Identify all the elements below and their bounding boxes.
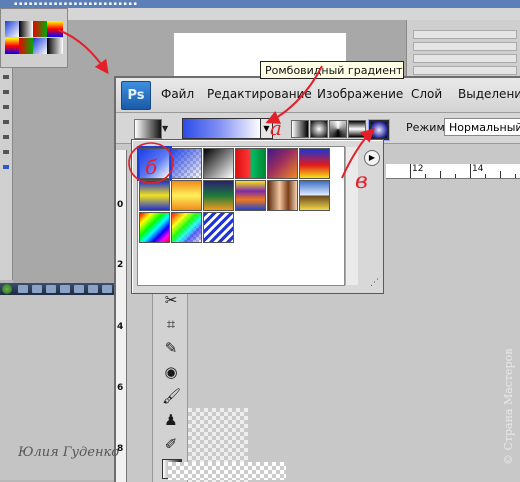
panel-menu-icon[interactable]: ▶ [364, 150, 380, 166]
bg-tool [3, 120, 9, 124]
bg-tool [3, 75, 9, 79]
menu-edit[interactable]: Редактирование [207, 87, 312, 101]
ruler-label: 2 [117, 260, 124, 270]
eyedropper-icon[interactable]: ✎ [162, 339, 180, 357]
bg-tool [3, 90, 9, 94]
linear-gradient-button[interactable] [291, 120, 309, 138]
menu-layer[interactable]: Слой [411, 87, 442, 101]
gradient-swatch-violet-orange[interactable] [267, 148, 298, 179]
bg-tool [3, 105, 9, 109]
angle-gradient-button[interactable] [329, 120, 347, 138]
picker-scrollbar[interactable] [345, 147, 358, 285]
ruler-label: 6 [117, 383, 124, 393]
ruler-tick [455, 174, 456, 178]
crop-icon[interactable]: ⌗ [162, 315, 180, 333]
gradient-swatch-yellow-violet-orange-blue[interactable] [235, 180, 266, 211]
photoshop-logo-icon[interactable]: Ps [121, 81, 151, 110]
site-watermark: © Страна Мастеров [488, 265, 518, 465]
ruler-tick [425, 174, 426, 178]
author-watermark: Юлия Гуденко [18, 445, 120, 460]
history-brush-icon[interactable]: ✐ [162, 435, 180, 453]
reflected-gradient-button[interactable] [348, 120, 366, 138]
taskbar-item[interactable] [74, 285, 84, 293]
menu-file[interactable]: Файл [161, 87, 194, 101]
vertical-ruler: 0 2 4 6 8 [116, 150, 127, 482]
mini-gradient-swatches [5, 21, 63, 54]
gradient-picker-panel: ▶ ⋰ [131, 139, 384, 294]
radial-gradient-button[interactable] [310, 120, 328, 138]
background-gradient-picker-mini [0, 8, 68, 68]
start-button[interactable] [2, 284, 12, 294]
menu-image[interactable]: Изображение [317, 87, 403, 101]
ruler-tick [500, 171, 501, 178]
gradient-swatch-grid [137, 146, 345, 286]
gradient-swatch-copper[interactable] [267, 180, 298, 211]
bg-panel-row [413, 30, 517, 39]
windows-taskbar [0, 283, 130, 295]
ruler-tick [515, 174, 516, 178]
site-watermark-text: © Страна Мастеров [502, 348, 515, 465]
tool-preset-picker[interactable] [134, 119, 162, 139]
ruler-tick [410, 164, 411, 178]
menu-bar: Ps Файл Редактирование Изображение Слой … [116, 78, 520, 113]
gradient-swatch-foreground-background[interactable] [137, 146, 172, 181]
diamond-gradient-button[interactable] [369, 120, 389, 140]
gradient-swatch-blue-red-yellow[interactable] [299, 148, 330, 179]
gradient-preview[interactable] [182, 118, 262, 139]
ruler-label: 14 [472, 164, 484, 174]
taskbar-item[interactable] [46, 285, 56, 293]
ruler-label: 4 [117, 322, 124, 332]
taskbar-item[interactable] [88, 285, 98, 293]
tooltip: Ромбовидный градиент [260, 61, 404, 79]
ruler-label: 0 [117, 200, 124, 210]
stamp-icon[interactable]: ♟ [162, 411, 180, 429]
resize-grip-icon[interactable]: ⋰ [370, 278, 379, 288]
ruler-label: 12 [412, 164, 424, 174]
brush-icon[interactable]: 🖌 [162, 387, 181, 405]
transparent-canvas-strip [168, 462, 286, 480]
gradient-dropdown-arrow-icon[interactable]: ▼ [260, 118, 273, 139]
gradient-swatch-black-white[interactable] [203, 148, 234, 179]
bg-panel-row [413, 66, 517, 75]
bg-menu-item: ▪ ▪ ▪ ▪ ▪ ▪ ▪ ▪ ▪ ▪ ▪ ▪ ▪ ▪ ▪ ▪ ▪ ▪ ▪ ▪ … [14, 1, 137, 7]
chevron-down-icon[interactable]: ▼ [162, 124, 168, 133]
bg-tool [3, 150, 9, 154]
background-menubar: ▪ ▪ ▪ ▪ ▪ ▪ ▪ ▪ ▪ ▪ ▪ ▪ ▪ ▪ ▪ ▪ ▪ ▪ ▪ ▪ … [0, 0, 520, 8]
mode-label: Режим: [406, 121, 449, 134]
bg-tool [3, 135, 9, 139]
ruler-tick [485, 174, 486, 178]
bg-panel-row [413, 42, 517, 51]
ruler-tick [440, 171, 441, 178]
gradient-swatch-chrome[interactable] [299, 180, 330, 211]
gradient-swatch-red-green[interactable] [235, 148, 266, 179]
gradient-swatch-violet-green-orange[interactable] [203, 180, 234, 211]
ruler-tick [470, 164, 471, 178]
menu-select[interactable]: Выделение [458, 87, 520, 101]
gradient-swatch-transparent-rainbow[interactable] [171, 212, 202, 243]
gradient-swatch-orange-yellow-orange[interactable] [171, 180, 202, 211]
bg-panel-row [413, 54, 517, 63]
healing-icon[interactable]: ◉ [162, 363, 180, 381]
horizontal-ruler: 12 14 [386, 164, 520, 179]
taskbar-item[interactable] [60, 285, 70, 293]
gradient-swatch-spectrum[interactable] [139, 212, 170, 243]
bg-color-swatch [3, 165, 9, 169]
taskbar-item[interactable] [102, 285, 112, 293]
gradient-swatch-blue-yellow-blue[interactable] [139, 180, 170, 211]
taskbar-item[interactable] [18, 285, 28, 293]
gradient-swatch-transparent-stripes[interactable] [203, 212, 234, 243]
gradient-swatch-foreground-transparent[interactable] [171, 148, 202, 179]
mode-select[interactable]: Нормальный [444, 118, 520, 136]
taskbar-item[interactable] [32, 285, 42, 293]
tools-panel: ✂ ⌗ ✎ ◉ 🖌 ♟ ✐ [152, 283, 188, 482]
